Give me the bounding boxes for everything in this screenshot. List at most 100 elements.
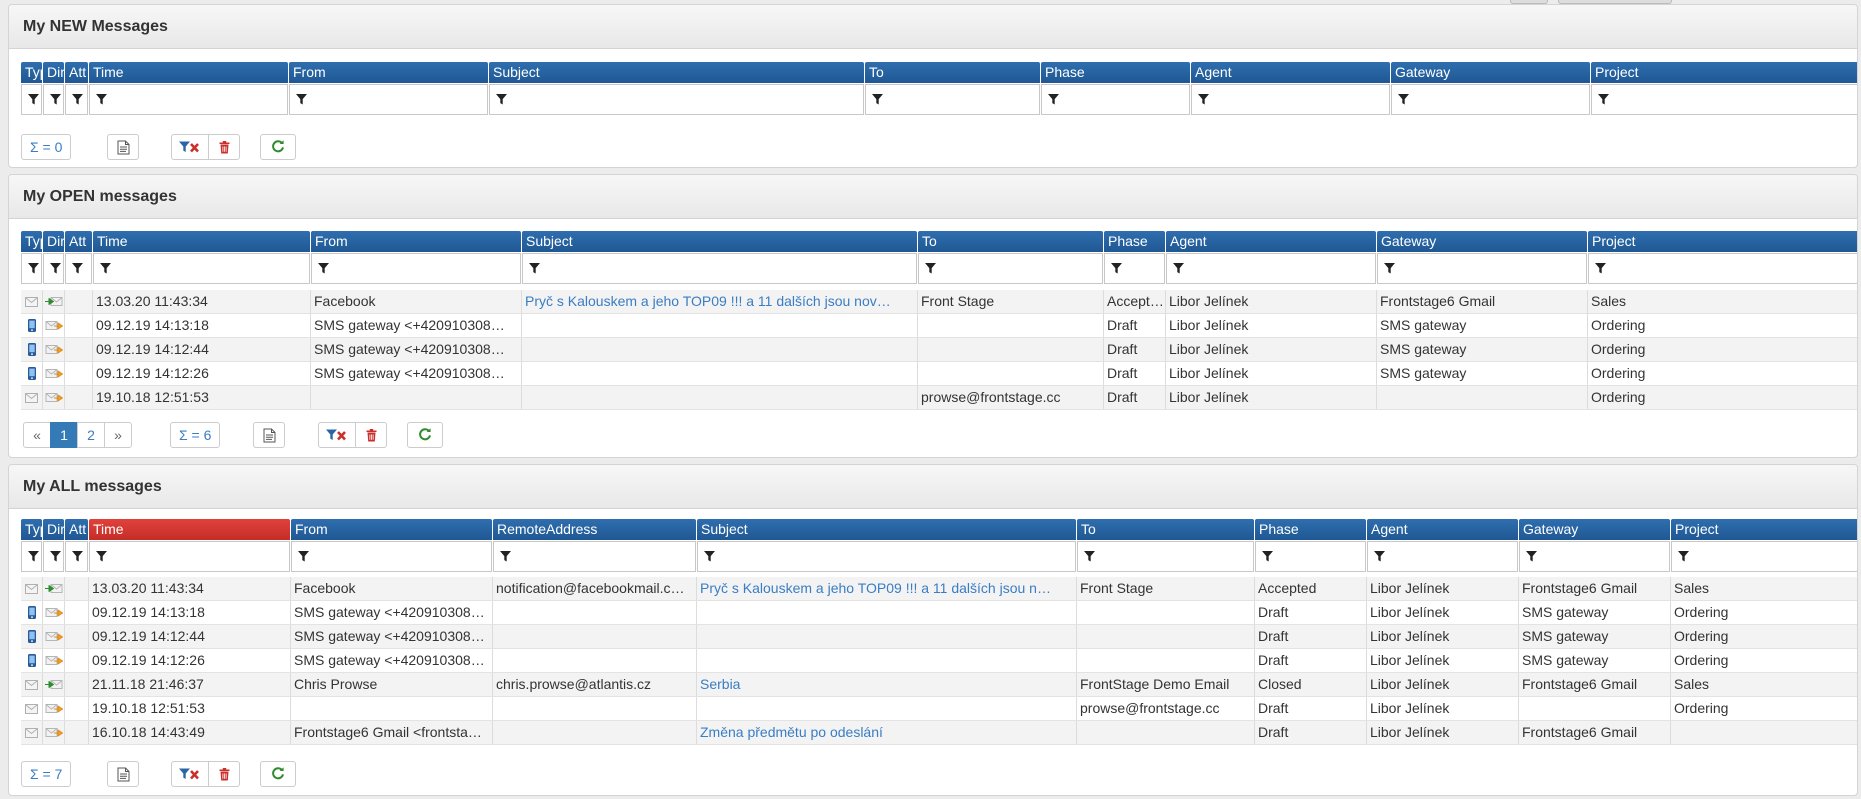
refresh-button[interactable] — [260, 134, 296, 160]
filter-input-att[interactable] — [65, 253, 92, 284]
column-header-type[interactable]: Type — [21, 62, 42, 83]
filter-input-remoteaddress[interactable] — [493, 541, 696, 572]
column-header-time[interactable]: Time — [89, 62, 288, 83]
pager-page-2[interactable]: 2 — [77, 422, 105, 448]
filter-input-direction[interactable] — [43, 84, 64, 115]
column-header-phase[interactable]: Phase — [1041, 62, 1190, 83]
filter-input-to[interactable] — [1077, 541, 1254, 572]
filter-input-phase[interactable] — [1041, 84, 1190, 115]
filter-input-agent[interactable] — [1191, 84, 1390, 115]
filter-input-gateway[interactable] — [1377, 253, 1587, 284]
column-header-direction[interactable]: Direction — [43, 62, 64, 83]
filter-input-agent[interactable] — [1166, 253, 1376, 284]
delete-button[interactable] — [355, 422, 387, 448]
column-header-time[interactable]: Time — [89, 519, 290, 540]
count-button[interactable]: Σ = 0 — [21, 134, 72, 160]
filter-input-time[interactable] — [89, 541, 290, 572]
table-row[interactable]: 16.10.18 14:43:49 Frontstage6 Gmail <fron… — [21, 721, 1857, 745]
filter-input-gateway[interactable] — [1519, 541, 1670, 572]
filter-input-att[interactable] — [65, 541, 88, 572]
column-header-time[interactable]: Time — [93, 231, 310, 252]
filter-input-project[interactable] — [1671, 541, 1857, 572]
count-button[interactable]: Σ = 6 — [170, 422, 221, 448]
filter-input-project[interactable] — [1588, 253, 1857, 284]
table-row[interactable]: 09.12.19 14:12:26 SMS gateway <+420910308… — [21, 649, 1857, 673]
table-row[interactable]: 09.12.19 14:12:26 SMS gateway <+420910308… — [21, 362, 1857, 386]
column-header-subject[interactable]: Subject — [697, 519, 1076, 540]
column-header-agent[interactable]: Agent — [1191, 62, 1390, 83]
column-header-gateway[interactable]: Gateway — [1377, 231, 1587, 252]
table-row[interactable]: 19.10.18 12:51:53 prowse@frontstage.cc Dra… — [21, 697, 1857, 721]
column-header-agent[interactable]: Agent — [1166, 231, 1376, 252]
column-header-direction[interactable]: Direction — [43, 519, 64, 540]
export-button[interactable] — [253, 422, 285, 448]
filter-input-agent[interactable] — [1367, 541, 1518, 572]
column-header-phase[interactable]: Phase — [1255, 519, 1366, 540]
count-button[interactable]: Σ = 7 — [21, 761, 72, 787]
table-row[interactable]: 13.03.20 11:43:34 Facebook Pryč s Kalouske… — [21, 290, 1857, 314]
cell-subject[interactable]: Pryč s Kalouskem a jeho TOP09 !!! a 11 d… — [697, 577, 1077, 600]
column-header-agent[interactable]: Agent — [1367, 519, 1518, 540]
cell-subject[interactable]: Pryč s Kalouskem a jeho TOP09 !!! a 11 d… — [522, 290, 918, 313]
table-row[interactable]: 09.12.19 14:13:18 SMS gateway <+420910308… — [21, 314, 1857, 338]
clear-filters-button[interactable] — [318, 422, 356, 448]
table-row[interactable]: 21.11.18 21:46:37 Chris Prowse chris.prows… — [21, 673, 1857, 697]
filter-input-direction[interactable] — [43, 253, 64, 284]
filter-input-phase[interactable] — [1104, 253, 1165, 284]
column-header-subject[interactable]: Subject — [489, 62, 864, 83]
filter-input-att[interactable] — [65, 84, 88, 115]
filter-input-project[interactable] — [1591, 84, 1857, 115]
column-header-remoteaddress[interactable]: RemoteAddress — [493, 519, 696, 540]
table-row[interactable]: 09.12.19 14:12:44 SMS gateway <+420910308… — [21, 338, 1857, 362]
column-header-to[interactable]: To — [918, 231, 1103, 252]
cell-subject[interactable]: Serbia — [697, 673, 1077, 696]
refresh-button[interactable] — [407, 422, 443, 448]
export-button[interactable] — [107, 134, 139, 160]
pager-prev[interactable]: « — [23, 422, 51, 448]
filter-input-phase[interactable] — [1255, 541, 1366, 572]
export-button[interactable] — [107, 761, 139, 787]
refresh-button[interactable] — [260, 761, 296, 787]
column-header-project[interactable]: Project — [1671, 519, 1857, 540]
filter-input-subject[interactable] — [522, 253, 917, 284]
clear-filters-button[interactable] — [171, 134, 209, 160]
filter-input-type[interactable] — [21, 253, 42, 284]
column-header-from[interactable]: From — [291, 519, 492, 540]
column-header-to[interactable]: To — [865, 62, 1040, 83]
column-header-type[interactable]: Type — [21, 231, 42, 252]
filter-input-time[interactable] — [93, 253, 310, 284]
column-header-gateway[interactable]: Gateway — [1391, 62, 1590, 83]
delete-button[interactable] — [208, 761, 240, 787]
column-header-from[interactable]: From — [289, 62, 488, 83]
table-row[interactable]: 13.03.20 11:43:34 Facebook notification@fa… — [21, 577, 1857, 601]
filter-input-from[interactable] — [291, 541, 492, 572]
filter-input-type[interactable] — [21, 84, 42, 115]
filter-input-type[interactable] — [21, 541, 42, 572]
column-header-direction[interactable]: Direction — [43, 231, 64, 252]
filter-input-subject[interactable] — [489, 84, 864, 115]
column-header-att[interactable]: Att — [65, 519, 88, 540]
column-header-to[interactable]: To — [1077, 519, 1254, 540]
filter-input-from[interactable] — [311, 253, 521, 284]
column-header-gateway[interactable]: Gateway — [1519, 519, 1670, 540]
filter-input-from[interactable] — [289, 84, 488, 115]
column-header-subject[interactable]: Subject — [522, 231, 917, 252]
filter-input-direction[interactable] — [43, 541, 64, 572]
cell-subject[interactable]: Změna předmětu po odeslání — [697, 721, 1077, 744]
clear-filters-button[interactable] — [171, 761, 209, 787]
filter-input-to[interactable] — [865, 84, 1040, 115]
filter-input-gateway[interactable] — [1391, 84, 1590, 115]
column-header-phase[interactable]: Phase — [1104, 231, 1165, 252]
column-header-project[interactable]: Project — [1588, 231, 1857, 252]
filter-input-to[interactable] — [918, 253, 1103, 284]
pager-next[interactable]: » — [104, 422, 132, 448]
column-header-project[interactable]: Project — [1591, 62, 1857, 83]
table-row[interactable]: 09.12.19 14:13:18 SMS gateway <+420910308… — [21, 601, 1857, 625]
filter-input-time[interactable] — [89, 84, 288, 115]
column-header-att[interactable]: Att — [65, 231, 92, 252]
column-header-from[interactable]: From — [311, 231, 521, 252]
column-header-att[interactable]: Att — [65, 62, 88, 83]
pager-page-1[interactable]: 1 — [50, 422, 78, 448]
table-row[interactable]: 09.12.19 14:12:44 SMS gateway <+420910308… — [21, 625, 1857, 649]
filter-input-subject[interactable] — [697, 541, 1076, 572]
